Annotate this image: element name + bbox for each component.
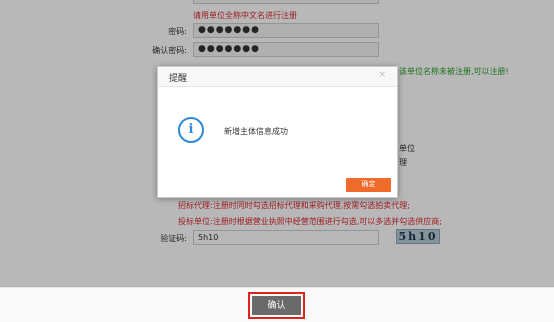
info-icon: i: [178, 117, 204, 143]
ok-button[interactable]: 确定: [346, 178, 391, 192]
dialog-header: 提醒 ×: [158, 67, 397, 87]
confirm-button-highlight: 确认: [248, 292, 305, 319]
dialog-title: 提醒: [169, 74, 188, 84]
reminder-dialog: 提醒 × i 新增主体信息成功 确定: [157, 66, 398, 198]
dialog-message: 新增主体信息成功: [224, 127, 288, 136]
confirm-button[interactable]: 确认: [252, 296, 301, 315]
close-icon[interactable]: ×: [378, 70, 386, 80]
